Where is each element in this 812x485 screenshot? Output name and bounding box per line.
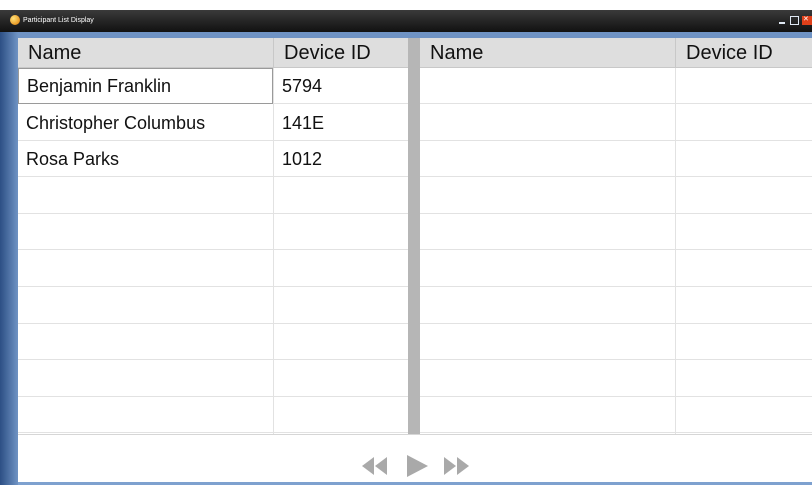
right-table-header: Name Device ID xyxy=(420,38,812,68)
participant-name-cell[interactable] xyxy=(18,324,273,360)
device-id-cell[interactable] xyxy=(676,324,812,360)
device-id-cell[interactable] xyxy=(274,178,408,214)
table-row[interactable] xyxy=(18,397,408,434)
participant-name-cell[interactable] xyxy=(420,214,675,250)
participant-name-cell[interactable] xyxy=(420,288,675,324)
device-id-cell[interactable]: 1012 xyxy=(274,141,408,177)
table-row[interactable] xyxy=(420,214,812,251)
navigation-bar xyxy=(18,434,812,482)
participant-name-cell[interactable]: Rosa Parks xyxy=(18,141,273,177)
app-icon xyxy=(10,15,20,25)
play-icon xyxy=(407,455,428,477)
table-row[interactable] xyxy=(18,251,408,287)
device-id-cell[interactable] xyxy=(676,251,812,287)
participant-name-cell[interactable] xyxy=(18,288,273,324)
table-row[interactable] xyxy=(420,105,812,141)
device-id-cell[interactable] xyxy=(274,324,408,360)
table-row[interactable] xyxy=(420,324,812,361)
device-id-cell[interactable] xyxy=(274,361,408,397)
device-id-cell[interactable] xyxy=(274,288,408,324)
participant-name-cell[interactable] xyxy=(18,214,273,250)
participant-name-cell[interactable] xyxy=(18,251,273,287)
table-row[interactable] xyxy=(18,324,408,361)
device-id-cell[interactable]: 141E xyxy=(274,105,408,141)
device-id-cell[interactable] xyxy=(274,214,408,250)
table-row[interactable] xyxy=(420,141,812,178)
participant-name-cell[interactable] xyxy=(420,324,675,360)
participant-name-cell[interactable] xyxy=(420,105,675,141)
table-row[interactable]: Benjamin Franklin 5794 xyxy=(18,68,408,104)
device-id-cell[interactable] xyxy=(676,288,812,324)
table-row[interactable] xyxy=(420,251,812,287)
device-id-cell[interactable]: 5794 xyxy=(274,68,408,104)
minimize-button[interactable] xyxy=(778,16,787,25)
device-id-cell[interactable] xyxy=(676,141,812,177)
device-id-cell[interactable] xyxy=(676,105,812,141)
device-id-cell[interactable] xyxy=(676,397,812,433)
device-id-cell[interactable] xyxy=(676,214,812,250)
rewind-icon xyxy=(362,457,387,475)
play-button[interactable] xyxy=(403,455,431,477)
right-header-name[interactable]: Name xyxy=(420,38,675,68)
participant-name-cell[interactable] xyxy=(420,141,675,177)
table-row[interactable] xyxy=(420,178,812,214)
participant-name-cell[interactable] xyxy=(18,178,273,214)
right-participant-table xyxy=(420,68,812,434)
close-button[interactable] xyxy=(802,16,812,25)
left-header-name[interactable]: Name xyxy=(18,38,273,68)
table-row[interactable] xyxy=(420,397,812,434)
participant-name-cell[interactable] xyxy=(420,397,675,433)
table-row[interactable] xyxy=(18,178,408,214)
participant-name-cell[interactable] xyxy=(420,251,675,287)
device-id-cell[interactable] xyxy=(274,251,408,287)
title-bar[interactable] xyxy=(0,10,812,32)
fast-forward-button[interactable] xyxy=(441,455,473,477)
rewind-button[interactable] xyxy=(360,455,390,477)
fast-forward-icon xyxy=(444,457,469,475)
participant-name-cell[interactable] xyxy=(420,178,675,214)
participant-name-cell[interactable] xyxy=(18,361,273,397)
table-row[interactable] xyxy=(420,68,812,104)
window-title: Participant List Display xyxy=(23,17,94,24)
table-row[interactable] xyxy=(18,288,408,324)
participant-name-cell[interactable]: Benjamin Franklin xyxy=(18,68,273,104)
table-row[interactable] xyxy=(420,288,812,324)
table-row[interactable] xyxy=(18,361,408,397)
left-header-device-id[interactable]: Device ID xyxy=(274,38,408,68)
participant-name-cell[interactable] xyxy=(420,361,675,397)
device-id-cell[interactable] xyxy=(676,178,812,214)
left-participant-table: Benjamin Franklin 5794 Christopher Columbu… xyxy=(18,68,408,434)
window-frame-left xyxy=(0,32,18,485)
table-row[interactable]: Christopher Columbus 141E xyxy=(18,105,408,141)
participant-list-window: Participant List Display Name Device ID … xyxy=(0,0,812,485)
left-table-header: Name Device ID xyxy=(18,38,408,68)
participant-name-cell[interactable] xyxy=(18,397,273,433)
participant-name-cell[interactable]: Christopher Columbus xyxy=(18,105,273,141)
table-row[interactable]: Rosa Parks 1012 xyxy=(18,141,408,178)
table-row[interactable] xyxy=(18,214,408,251)
maximize-button[interactable] xyxy=(790,16,799,25)
device-id-cell[interactable] xyxy=(676,68,812,104)
device-id-cell[interactable] xyxy=(676,361,812,397)
device-id-cell[interactable] xyxy=(274,397,408,433)
table-splitter[interactable] xyxy=(408,38,420,434)
right-header-device-id[interactable]: Device ID xyxy=(676,38,812,68)
participant-name-cell[interactable] xyxy=(420,68,675,104)
table-row[interactable] xyxy=(420,361,812,397)
